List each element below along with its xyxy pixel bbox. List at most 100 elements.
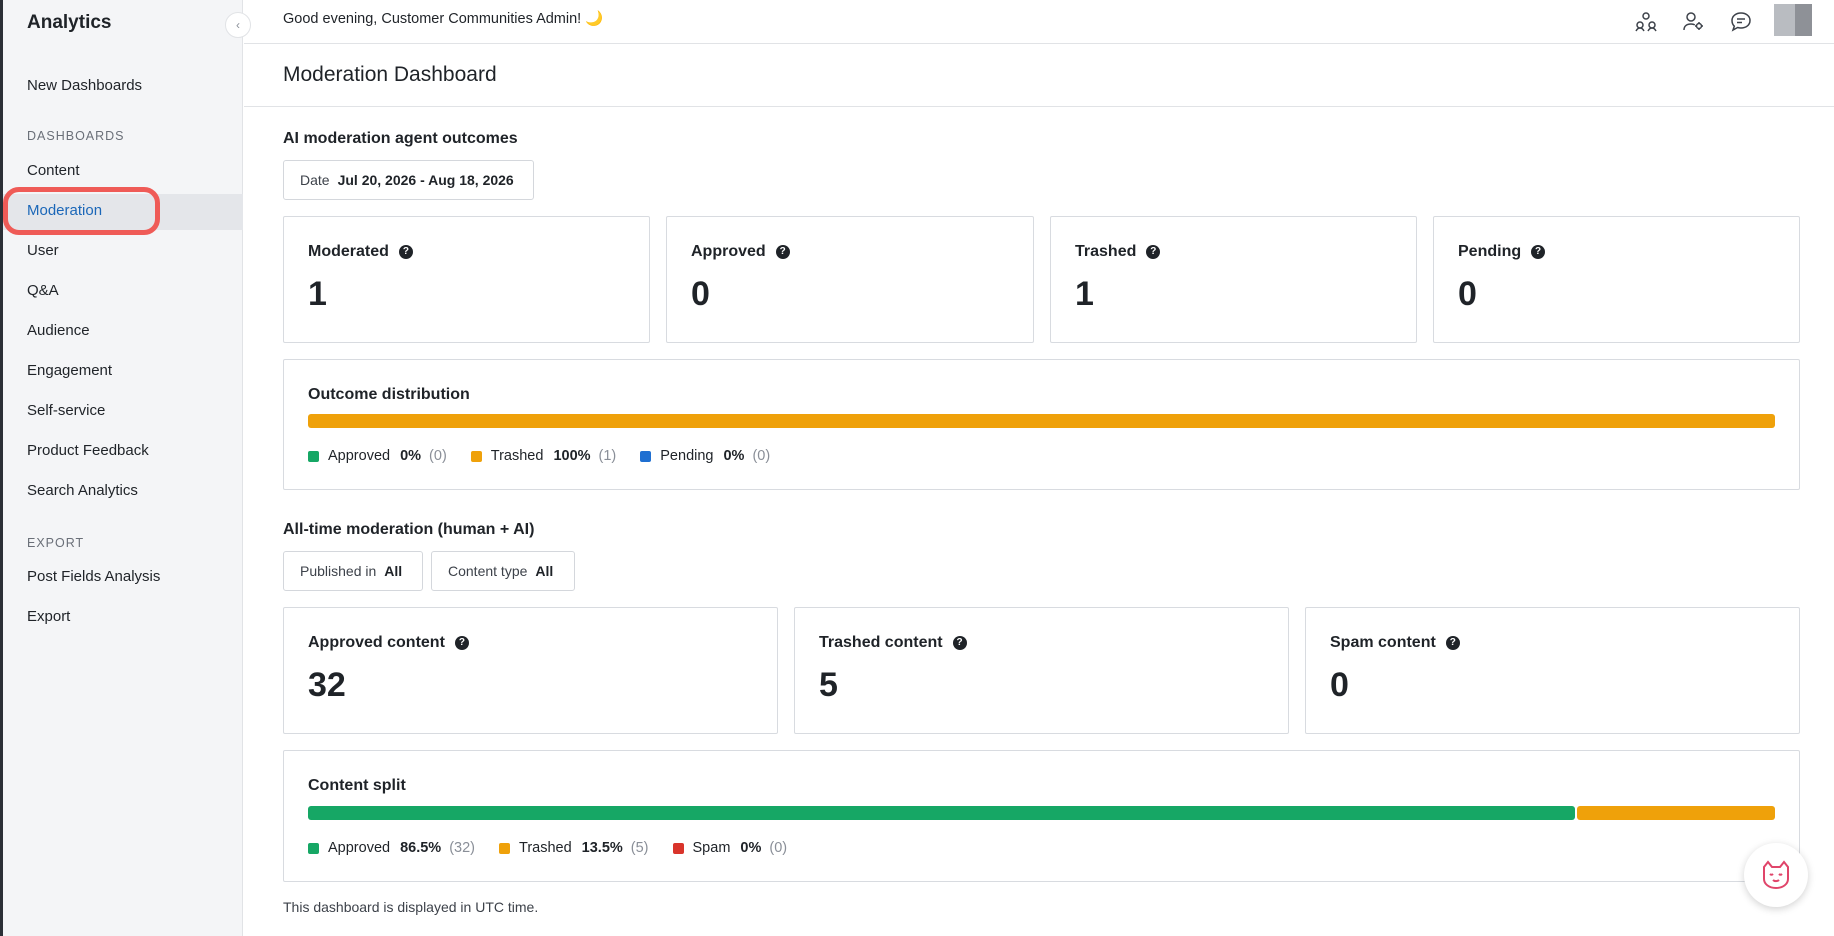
annotation-highlight-ring (3, 187, 160, 235)
card-value: 1 (308, 275, 327, 313)
content-split-legend: Approved 86.5% (32) Trashed 13.5% (5) Sp… (308, 840, 811, 856)
card-value: 0 (1330, 666, 1349, 704)
sidebar-item-search-analytics[interactable]: Search Analytics (27, 481, 138, 501)
legend-percent: 0% (723, 448, 745, 464)
legend-percent: 86.5% (400, 840, 442, 856)
legend-item-approved: Approved 86.5% (32) (308, 840, 475, 856)
bar-segment-trashed (1577, 806, 1775, 820)
legend-swatch (640, 450, 652, 462)
legend-count: (1) (598, 448, 617, 464)
sidebar-item-new-dashboards[interactable]: New Dashboards (27, 76, 142, 96)
card-label: Approved (691, 243, 766, 260)
sidebar-item-content[interactable]: Content (27, 161, 80, 181)
all-time-section-title: All-time moderation (human + AI) (283, 521, 535, 538)
greeting-text: Good evening, Customer Communities Admin… (283, 11, 604, 27)
approved-content-card: Approved content? 32 (283, 607, 778, 734)
legend-label: Pending (660, 448, 714, 464)
legend-swatch (308, 450, 319, 462)
card-label: Trashed content (819, 634, 943, 651)
published-in-filter-button[interactable]: Published in All (283, 551, 423, 591)
filter-label: Content type (448, 563, 528, 579)
card-value: 1 (1075, 275, 1094, 313)
legend-percent: 100% (553, 448, 591, 464)
card-label: Spam content (1330, 634, 1436, 651)
legend-item-pending: Pending 0% (0) (640, 448, 770, 464)
content-split-bar (308, 806, 1775, 820)
help-icon[interactable]: ? (1146, 245, 1161, 259)
sidebar-section-dashboards: DASHBOARDS (27, 129, 125, 143)
legend-count: (0) (769, 840, 788, 856)
sidebar-item-engagement[interactable]: Engagement (27, 361, 112, 381)
help-icon[interactable]: ? (775, 245, 790, 259)
filter-label: Published in (300, 563, 377, 579)
legend-item-spam: Spam 0% (0) (672, 840, 788, 856)
date-filter-label: Date (300, 172, 330, 188)
legend-item-approved: Approved 0% (0) (308, 448, 447, 464)
card-label: Pending (1458, 243, 1522, 260)
spam-content-card: Spam content? 0 (1305, 607, 1800, 734)
content-split-title: Content split (308, 777, 406, 794)
timezone-footnote: This dashboard is displayed in UTC time. (283, 899, 539, 915)
help-icon[interactable]: ? (952, 636, 967, 650)
card-label: Trashed (1075, 243, 1137, 260)
trashed-card: Trashed? 1 (1050, 216, 1417, 343)
sidebar-item-export[interactable]: Export (27, 607, 70, 627)
avatar[interactable] (1774, 4, 1812, 36)
sidebar-collapse-button[interactable]: ‹ (225, 12, 251, 38)
help-icon[interactable]: ? (398, 245, 413, 259)
bar-segment-approved (308, 806, 1576, 820)
filter-value: All (384, 563, 403, 579)
community-icon[interactable] (1633, 8, 1659, 34)
legend-swatch (308, 842, 319, 854)
filter-value: All (535, 563, 554, 579)
app-title: Analytics (27, 12, 112, 33)
chevron-left-icon: ‹ (236, 18, 240, 32)
legend-percent: 0% (740, 840, 762, 856)
sidebar: Analytics New Dashboards DASHBOARDS Cont… (3, 0, 243, 936)
moderated-card: Moderated? 1 (283, 216, 650, 343)
card-value: 0 (1458, 275, 1477, 313)
sidebar-item-self-service[interactable]: Self-service (27, 401, 105, 421)
legend-label: Approved (328, 840, 391, 856)
chat-icon[interactable] (1728, 8, 1754, 34)
legend-count: (0) (752, 448, 771, 464)
top-bar: Good evening, Customer Communities Admin… (244, 0, 1834, 44)
outcome-distribution-title: Outcome distribution (308, 386, 470, 403)
trashed-content-card: Trashed content? 5 (794, 607, 1289, 734)
legend-swatch (470, 450, 482, 462)
legend-count: (0) (429, 448, 447, 464)
bar-segment-trashed (308, 414, 1775, 428)
legend-item-trashed: Trashed 100% (1) (470, 448, 617, 464)
help-icon[interactable]: ? (1531, 245, 1546, 259)
card-value: 32 (308, 666, 346, 704)
sidebar-item-qa[interactable]: Q&A (27, 281, 59, 301)
user-settings-icon[interactable] (1680, 8, 1706, 34)
help-icon[interactable]: ? (454, 636, 469, 650)
outcome-distribution-bar (308, 414, 1775, 428)
legend-swatch (672, 842, 684, 854)
date-filter-button[interactable]: Date Jul 20, 2026 - Aug 18, 2026 (283, 160, 534, 200)
sidebar-item-user[interactable]: User (27, 241, 59, 261)
content-type-filter-button[interactable]: Content type All (431, 551, 575, 591)
page-title: Moderation Dashboard (283, 63, 497, 86)
legend-swatch (499, 842, 510, 854)
legend-label: Spam (692, 840, 731, 856)
sidebar-item-audience[interactable]: Audience (27, 321, 90, 341)
card-label: Approved content (308, 634, 445, 651)
sidebar-item-post-fields-analysis[interactable]: Post Fields Analysis (27, 567, 160, 587)
legend-count: (5) (630, 840, 649, 856)
legend-label: Approved (328, 448, 391, 464)
help-icon[interactable]: ? (1445, 636, 1460, 650)
card-label: Moderated (308, 243, 389, 260)
pending-card: Pending? 0 (1433, 216, 1800, 343)
card-value: 0 (691, 275, 710, 313)
chatbot-cat-icon (1763, 860, 1789, 890)
page-header: Moderation Dashboard (244, 45, 1834, 107)
outcome-distribution-legend: Approved 0% (0) Trashed 100% (1) Pending… (308, 448, 794, 464)
legend-percent: 13.5% (581, 840, 623, 856)
card-value: 5 (819, 666, 838, 704)
legend-label: Trashed (519, 840, 572, 856)
sidebar-item-product-feedback[interactable]: Product Feedback (27, 441, 149, 461)
legend-item-trashed: Trashed 13.5% (5) (499, 840, 649, 856)
chatbot-launcher-button[interactable] (1744, 843, 1808, 907)
